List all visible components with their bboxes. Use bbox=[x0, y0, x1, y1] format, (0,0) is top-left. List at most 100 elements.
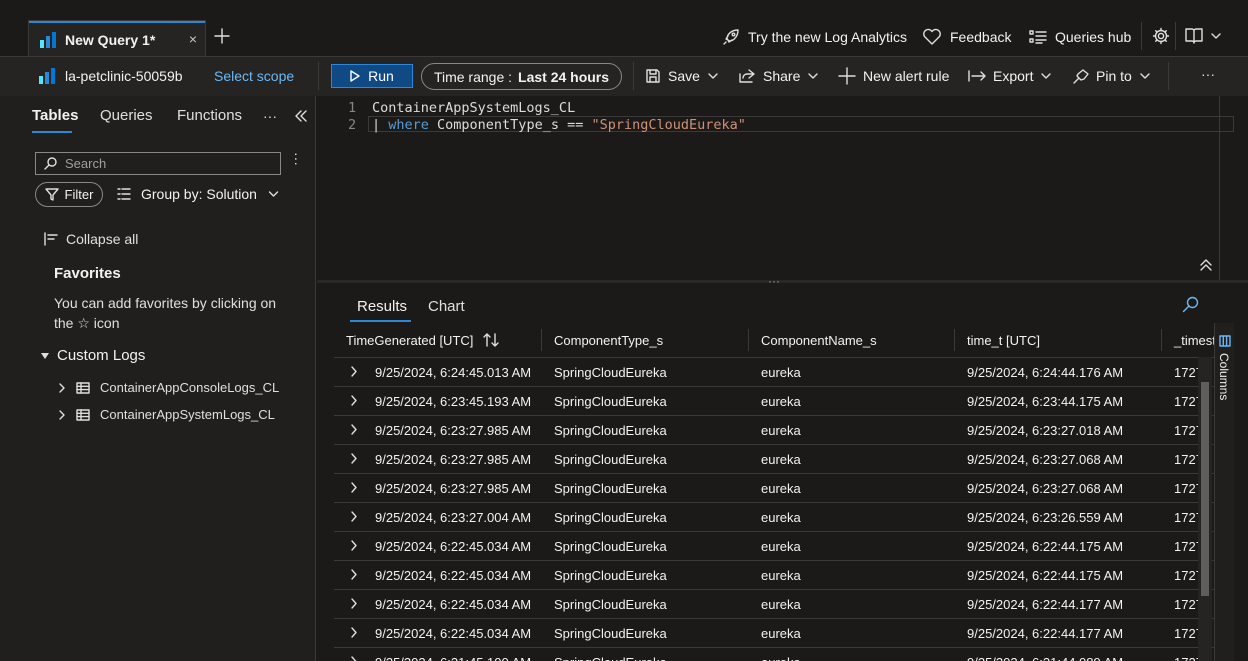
favorites-hint-line2: the ☆ icon bbox=[54, 315, 120, 331]
column-divider[interactable] bbox=[954, 329, 955, 351]
column-header-timestamp[interactable]: _timest bbox=[1174, 323, 1214, 357]
chevron-down-icon bbox=[267, 189, 280, 199]
chevron-right-icon[interactable] bbox=[350, 656, 358, 661]
table-cell: 9/25/2024, 6:23:27.985 AM bbox=[375, 452, 532, 467]
queries-hub-label: Queries hub bbox=[1055, 29, 1132, 45]
chevron-right-icon[interactable] bbox=[350, 424, 358, 435]
table-cell: 9/25/2024, 6:22:44.175 AM bbox=[967, 568, 1124, 583]
collapse-editor-icon[interactable] bbox=[1200, 259, 1212, 271]
group-by-dropdown[interactable]: Group by: Solution bbox=[117, 186, 280, 202]
collapse-panel-icon[interactable] bbox=[294, 110, 308, 122]
table-row[interactable]: 9/25/2024, 6:23:27.985 AM SpringCloudEure… bbox=[334, 473, 1214, 502]
select-scope-link[interactable]: Select scope bbox=[214, 68, 294, 84]
tab-results[interactable]: Results bbox=[357, 298, 407, 315]
tab-tables[interactable]: Tables bbox=[32, 107, 78, 124]
time-range-value: Last 24 hours bbox=[518, 68, 610, 85]
scrollbar-thumb[interactable] bbox=[1201, 382, 1209, 596]
table-cell: eureka bbox=[761, 423, 801, 438]
table-row[interactable]: 9/25/2024, 6:22:45.034 AM SpringCloudEure… bbox=[334, 560, 1214, 589]
table-row[interactable]: 9/25/2024, 6:23:27.004 AM SpringCloudEure… bbox=[334, 502, 1214, 531]
new-alert-rule-button[interactable]: New alert rule bbox=[838, 66, 949, 86]
chevron-right-icon[interactable] bbox=[350, 627, 358, 638]
tab-chart[interactable]: Chart bbox=[428, 298, 465, 315]
search-options-button[interactable]: ··· bbox=[289, 152, 305, 166]
save-icon bbox=[645, 68, 661, 84]
filter-label: Filter bbox=[64, 187, 94, 202]
table-row[interactable]: 9/25/2024, 6:24:45.013 AM SpringCloudEure… bbox=[334, 357, 1214, 386]
close-tab-button[interactable]: × bbox=[189, 31, 197, 47]
gear-icon[interactable] bbox=[1152, 27, 1170, 45]
column-header-componenttype[interactable]: ComponentType_s bbox=[554, 323, 663, 357]
columns-sidebar[interactable]: Columns bbox=[1214, 323, 1234, 661]
table-item-console-logs[interactable]: ContainerAppConsoleLogs_CL bbox=[58, 380, 279, 395]
collapse-icon bbox=[44, 232, 58, 246]
search-icon[interactable] bbox=[1182, 296, 1199, 313]
table-cell: SpringCloudEureka bbox=[554, 510, 667, 525]
try-new-log-analytics-button[interactable]: Try the new Log Analytics bbox=[722, 26, 907, 48]
chevron-down-icon[interactable] bbox=[1210, 31, 1222, 41]
chevron-right-icon[interactable] bbox=[350, 453, 358, 464]
plus-icon bbox=[838, 67, 856, 85]
more-options-button[interactable]: ··· bbox=[1201, 66, 1215, 82]
column-divider[interactable] bbox=[748, 329, 749, 351]
table-row[interactable]: 9/25/2024, 6:23:27.985 AM SpringCloudEure… bbox=[334, 444, 1214, 473]
custom-logs-group[interactable]: Custom Logs bbox=[41, 347, 145, 364]
table-cell: 9/25/2024, 6:22:45.034 AM bbox=[375, 539, 532, 554]
book-icon[interactable] bbox=[1184, 27, 1204, 45]
column-divider[interactable] bbox=[1161, 329, 1162, 351]
column-header-time-t[interactable]: time_t [UTC] bbox=[967, 323, 1040, 357]
table-cell: 9/25/2024, 6:23:44.175 AM bbox=[967, 394, 1124, 409]
table-row[interactable]: 9/25/2024, 6:23:45.193 AM SpringCloudEure… bbox=[334, 386, 1214, 415]
line-number: 1 bbox=[348, 100, 357, 116]
query-tab-label: New Query 1* bbox=[65, 32, 156, 48]
table-row[interactable]: 9/25/2024, 6:22:45.034 AM SpringCloudEure… bbox=[334, 589, 1214, 618]
log-analytics-icon bbox=[38, 67, 56, 85]
save-button[interactable]: Save bbox=[645, 66, 719, 86]
table-cell: eureka bbox=[761, 452, 801, 467]
collapse-all-button[interactable]: Collapse all bbox=[44, 231, 138, 247]
tab-queries[interactable]: Queries bbox=[100, 107, 153, 124]
scope-name: la-petclinic-50059b bbox=[65, 68, 183, 84]
query-tab[interactable]: New Query 1* × bbox=[28, 20, 206, 56]
time-range-button[interactable]: Time range : Last 24 hours bbox=[421, 63, 622, 90]
chevron-right-icon[interactable] bbox=[350, 395, 358, 406]
table-row[interactable]: 9/25/2024, 6:22:45.034 AM SpringCloudEure… bbox=[334, 618, 1214, 647]
divider bbox=[1168, 62, 1169, 90]
results-scrollbar[interactable] bbox=[1198, 357, 1212, 661]
column-header-componentname[interactable]: ComponentName_s bbox=[761, 323, 877, 357]
table-cell: SpringCloudEureka bbox=[554, 626, 667, 641]
add-tab-button[interactable] bbox=[214, 28, 230, 44]
queries-hub-button[interactable]: Queries hub bbox=[1029, 26, 1131, 48]
divider bbox=[633, 62, 634, 90]
filter-button[interactable]: Filter bbox=[35, 182, 103, 207]
column-divider[interactable] bbox=[541, 329, 542, 351]
new-alert-rule-label: New alert rule bbox=[863, 68, 950, 84]
table-row[interactable]: 9/25/2024, 6:22:45.034 AM SpringCloudEure… bbox=[334, 531, 1214, 560]
table-cell: 9/25/2024, 6:22:45.034 AM bbox=[375, 597, 532, 612]
feedback-label: Feedback bbox=[950, 29, 1012, 45]
table-cell: SpringCloudEureka bbox=[554, 365, 667, 380]
table-row[interactable]: 9/25/2024, 6:23:27.985 AM SpringCloudEure… bbox=[334, 415, 1214, 444]
code-line-2: | where ComponentType_s == "SpringCloudE… bbox=[372, 117, 746, 133]
panel-more-button[interactable]: ··· bbox=[263, 108, 277, 124]
export-button[interactable]: Export bbox=[968, 66, 1052, 86]
table-row[interactable]: 9/25/2024, 6:21:45.100 AM SpringCloudEure… bbox=[334, 647, 1214, 661]
tab-functions[interactable]: Functions bbox=[177, 107, 242, 124]
chevron-right-icon[interactable] bbox=[350, 482, 358, 493]
share-button[interactable]: Share bbox=[738, 66, 819, 86]
table-cell: 9/25/2024, 6:23:26.559 AM bbox=[967, 510, 1124, 525]
schema-search-input[interactable]: Search bbox=[35, 152, 281, 175]
feedback-button[interactable]: Feedback bbox=[922, 26, 1011, 48]
chevron-right-icon[interactable] bbox=[350, 511, 358, 522]
column-header-label: ComponentType_s bbox=[554, 332, 664, 348]
table-name: ContainerAppSystemLogs_CL bbox=[100, 407, 275, 422]
table-item-system-logs[interactable]: ContainerAppSystemLogs_CL bbox=[58, 407, 275, 422]
chevron-right-icon[interactable] bbox=[350, 540, 358, 551]
run-button[interactable]: Run bbox=[331, 64, 413, 88]
save-label: Save bbox=[668, 68, 700, 84]
chevron-right-icon[interactable] bbox=[350, 366, 358, 377]
chevron-right-icon[interactable] bbox=[350, 569, 358, 580]
chevron-right-icon[interactable] bbox=[350, 598, 358, 609]
pin-to-button[interactable]: Pin to bbox=[1073, 66, 1151, 86]
column-header-timegenerated[interactable]: TimeGenerated [UTC] bbox=[346, 323, 500, 357]
